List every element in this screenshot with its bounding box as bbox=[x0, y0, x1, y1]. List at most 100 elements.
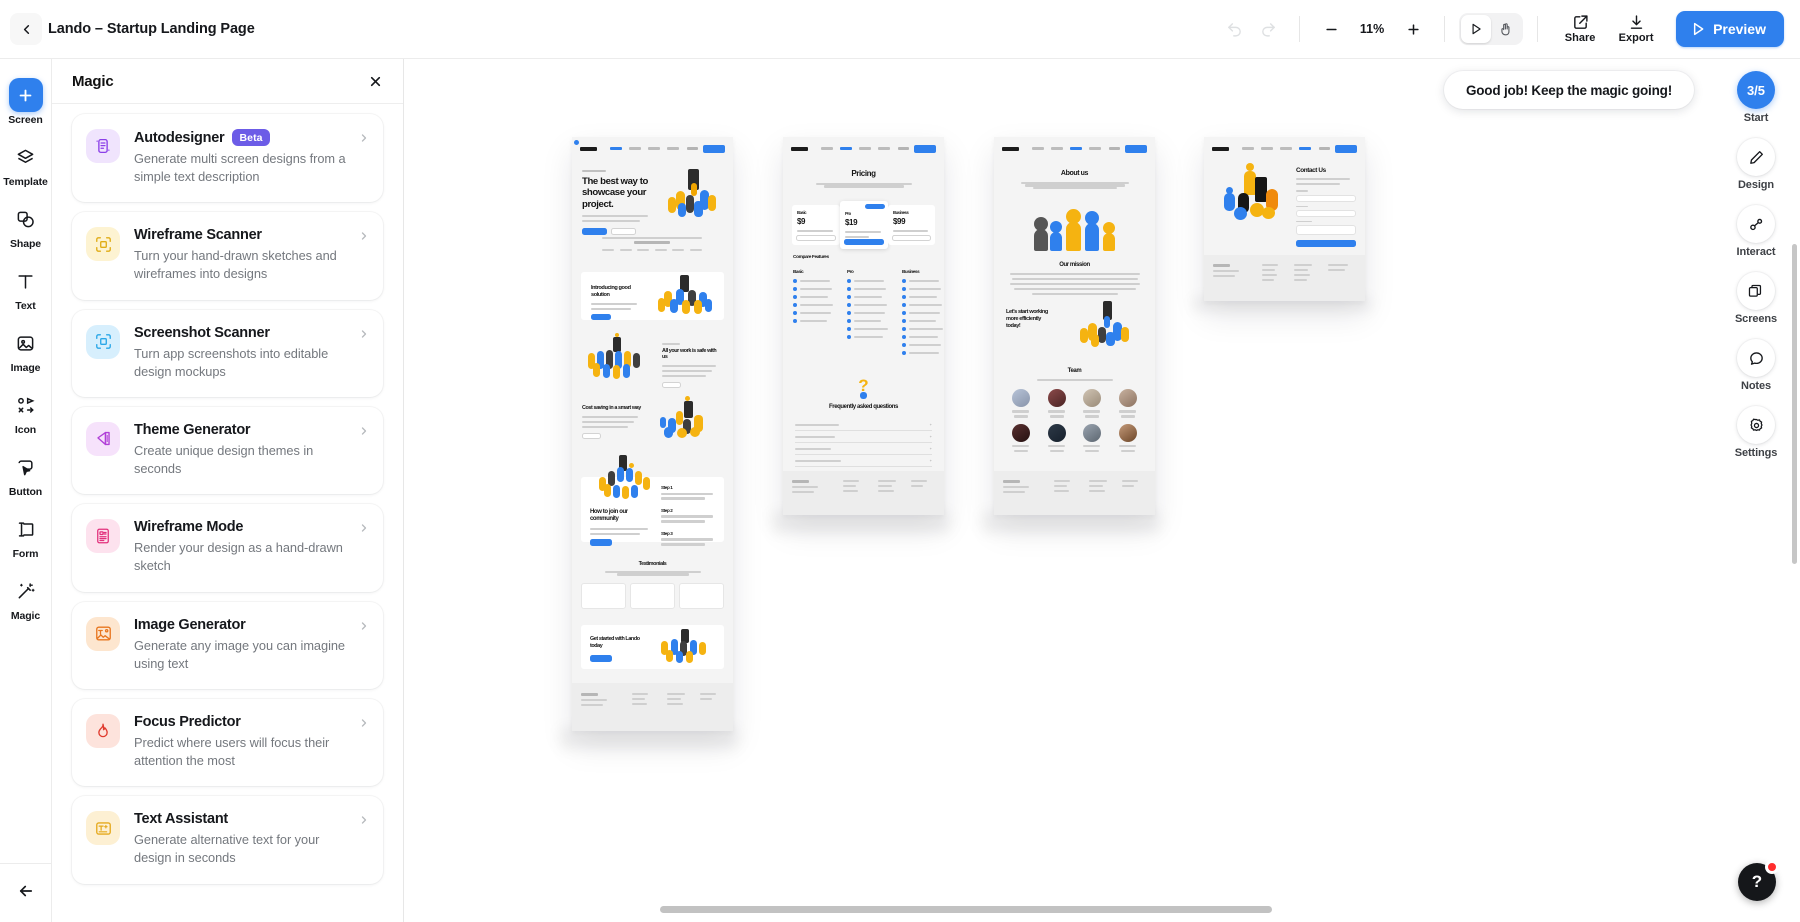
icon-set-icon-wrap bbox=[9, 388, 43, 422]
mock-plan-name: Basic bbox=[797, 210, 807, 215]
panel-item-list: Autodesigner Beta Generate multi screen … bbox=[52, 104, 403, 922]
mock-submit-button bbox=[1296, 239, 1356, 247]
screen-about[interactable]: About us Our mission Let's start working… bbox=[994, 137, 1155, 515]
magic-item-wireframe-scanner[interactable]: Wireframe Scanner Turn your hand-drawn s… bbox=[72, 212, 383, 300]
sidebar-label-text: Text bbox=[15, 300, 36, 312]
rail-item-start[interactable]: 3/5 Start bbox=[1737, 71, 1775, 124]
rail-footer bbox=[0, 863, 52, 922]
chevron-right-icon bbox=[358, 521, 370, 539]
hand-icon bbox=[1501, 23, 1510, 36]
sidebar-item-image[interactable]: Image bbox=[0, 319, 52, 381]
magic-wand-icon bbox=[18, 583, 35, 599]
sidebar-item-icon[interactable]: Icon bbox=[0, 381, 52, 443]
mock-plan-business: Business $99 bbox=[888, 205, 935, 245]
design-icon-wrap bbox=[1737, 138, 1775, 176]
rail-item-screens[interactable]: Screens bbox=[1735, 272, 1777, 325]
magic-item-text: Screenshot Scanner Turn app screenshots … bbox=[134, 325, 369, 381]
mock-section-title: Team bbox=[1067, 368, 1082, 374]
mock-page-title: About us bbox=[1060, 170, 1089, 177]
mock-section-intro: Introducing good solution bbox=[581, 272, 724, 321]
download-icon bbox=[1630, 15, 1642, 29]
mock-plan-name: Business bbox=[893, 210, 909, 215]
rail-item-notes[interactable]: Notes bbox=[1737, 339, 1775, 392]
share-label: Share bbox=[1564, 32, 1596, 44]
sidebar-item-shape[interactable]: Shape bbox=[0, 195, 52, 257]
chevron-right-icon bbox=[358, 716, 370, 734]
magic-item-focus-predictor[interactable]: Focus Predictor Predict where users will… bbox=[72, 698, 383, 787]
magic-icon-wrap bbox=[9, 574, 43, 608]
mock-nav bbox=[783, 144, 944, 153]
sidebar-label-screen: Screen bbox=[8, 114, 43, 126]
rail-item-design[interactable]: Design bbox=[1737, 138, 1775, 191]
undo-button[interactable] bbox=[1217, 12, 1251, 46]
magic-item-title: Autodesigner bbox=[134, 129, 225, 146]
sidebar-item-magic[interactable]: Magic bbox=[0, 567, 52, 629]
screen-home[interactable]: The best way to showcase your project. I… bbox=[572, 137, 733, 731]
minus-icon bbox=[1325, 28, 1337, 30]
magic-item-image-generator[interactable]: Image Generator Generate any image you c… bbox=[72, 601, 383, 689]
sidebar-item-text[interactable]: Text bbox=[0, 257, 52, 319]
rail-item-interact[interactable]: Interact bbox=[1737, 205, 1776, 258]
back-button[interactable] bbox=[10, 13, 42, 45]
help-button[interactable]: ? bbox=[1738, 860, 1779, 901]
panel-close-button[interactable] bbox=[361, 67, 389, 95]
comment-icon bbox=[1749, 351, 1763, 365]
zoom-out-button[interactable] bbox=[1314, 12, 1348, 46]
redo-button[interactable] bbox=[1251, 12, 1285, 46]
design-canvas[interactable]: Good job! Keep the magic going! 3/5 Star… bbox=[404, 59, 1800, 922]
mock-section-title: How to join our community bbox=[590, 509, 628, 523]
magic-item-text-assistant[interactable]: Text Assistant Generate alternative text… bbox=[72, 796, 383, 884]
start-progress-badge: 3/5 bbox=[1737, 71, 1775, 109]
screen-pricing[interactable]: Pricing Basic $9 Pro $19 Business $99 Co… bbox=[783, 137, 944, 515]
plus-icon bbox=[1407, 23, 1419, 35]
magic-item-autodesigner[interactable]: Autodesigner Beta Generate multi screen … bbox=[72, 114, 383, 203]
mock-step-label: Step 2 bbox=[661, 507, 673, 513]
export-button[interactable]: Export bbox=[1608, 6, 1664, 52]
settings-icon-wrap bbox=[1737, 406, 1775, 444]
mock-cta-title: Get started with Lando today bbox=[590, 636, 640, 649]
sidebar-item-template[interactable]: Template bbox=[0, 133, 52, 195]
zoom-in-button[interactable] bbox=[1396, 12, 1430, 46]
form-input-icon bbox=[18, 521, 34, 537]
shape-icon-wrap bbox=[9, 202, 43, 236]
text-assistant-icon bbox=[95, 821, 111, 835]
screen-contact[interactable]: Contact Us bbox=[1204, 137, 1365, 301]
sidebar-item-screen[interactable]: Screen bbox=[0, 71, 52, 133]
sidebar-item-button[interactable]: Button bbox=[0, 443, 52, 505]
mock-section4-text: Cost saving in a smart way bbox=[582, 405, 642, 439]
magic-item-screenshot-scanner[interactable]: Screenshot Scanner Turn app screenshots … bbox=[72, 309, 383, 397]
hand-tool-button[interactable] bbox=[1491, 15, 1521, 43]
divider bbox=[1537, 16, 1539, 42]
share-button[interactable]: Share bbox=[1552, 6, 1608, 52]
divider bbox=[1299, 16, 1301, 42]
gear-icon bbox=[1749, 418, 1763, 431]
magic-item-wireframe-mode[interactable]: Wireframe Mode Render your design as a h… bbox=[72, 504, 383, 592]
wireframe-scanner-icon-wrap bbox=[86, 227, 120, 262]
preview-button[interactable]: Preview bbox=[1676, 11, 1784, 47]
select-tool-button[interactable] bbox=[1461, 15, 1492, 43]
collapse-rail-button[interactable] bbox=[9, 874, 43, 908]
sidebar-label-icon: Icon bbox=[14, 424, 37, 436]
mock-callout-text: Let's start working more efficiently tod… bbox=[1006, 309, 1054, 330]
tool-mode-toggle bbox=[1459, 13, 1524, 45]
magic-item-text: Focus Predictor Predict where users will… bbox=[134, 714, 369, 770]
screen-icon-wrap bbox=[8, 78, 43, 112]
theme-generator-icon-wrap bbox=[86, 421, 120, 456]
help-label: ? bbox=[1751, 872, 1763, 891]
beta-badge: Beta bbox=[232, 129, 270, 146]
mock-step-label: Step 1 bbox=[661, 485, 673, 490]
mock-plan-basic: Basic $9 bbox=[792, 205, 840, 245]
chevron-right-icon bbox=[358, 813, 370, 831]
magic-item-title-row: Image Generator bbox=[134, 617, 355, 633]
magic-item-title-row: Autodesigner Beta bbox=[134, 129, 355, 146]
magic-item-description: Render your design as a hand-drawn sketc… bbox=[134, 540, 343, 574]
stack-icon bbox=[1749, 284, 1762, 297]
magic-item-theme-generator[interactable]: Theme Generator Create unique design the… bbox=[72, 406, 383, 495]
rail-item-settings[interactable]: Settings bbox=[1735, 406, 1777, 459]
canvas-horizontal-scrollbar[interactable] bbox=[660, 906, 1272, 913]
sidebar-item-form[interactable]: Form bbox=[0, 505, 52, 567]
canvas-vertical-scrollbar[interactable] bbox=[1792, 244, 1797, 564]
magic-item-title-row: Wireframe Scanner bbox=[134, 227, 355, 243]
mock-footer bbox=[994, 471, 1155, 515]
mock-testimonials: Testimonials bbox=[581, 561, 724, 609]
